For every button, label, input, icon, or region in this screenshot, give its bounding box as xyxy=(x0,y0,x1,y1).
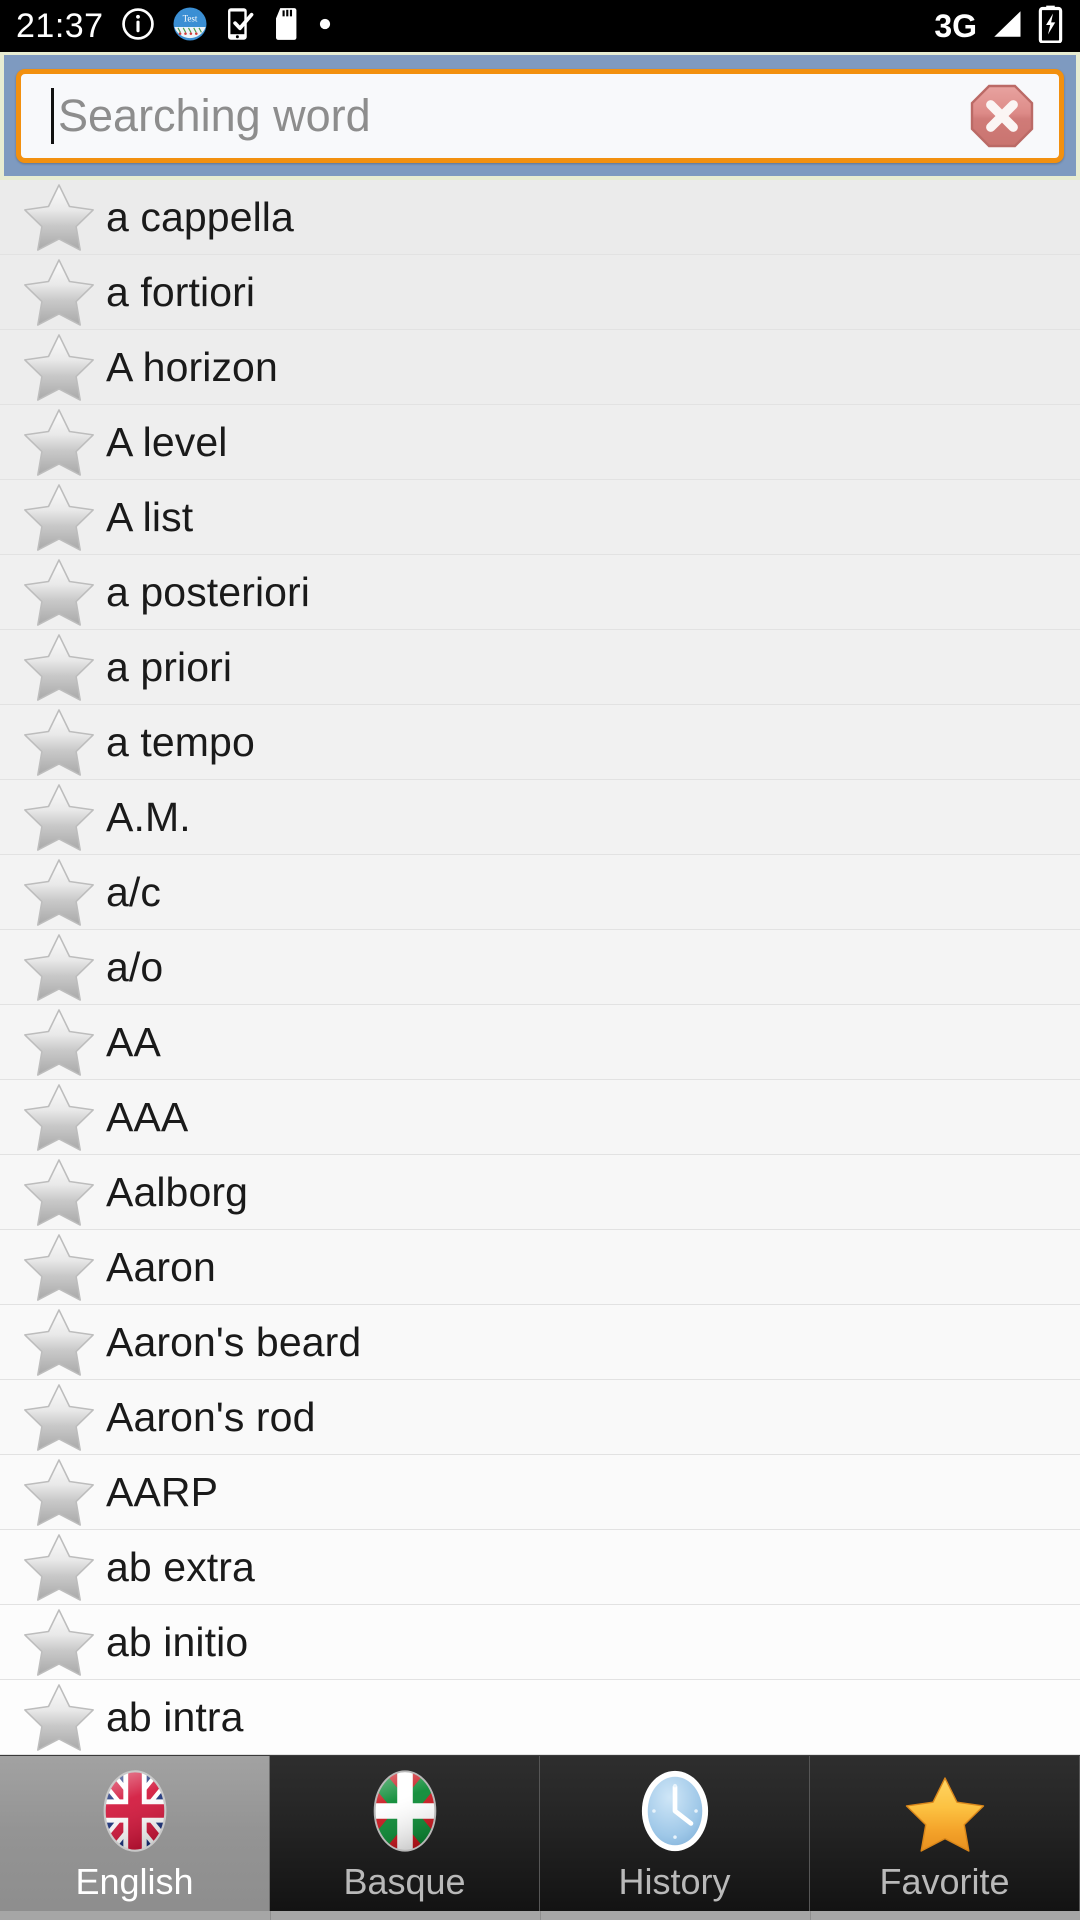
word-list-item[interactable]: Aaron's beard xyxy=(0,1305,1080,1380)
tabbar-footer-strip xyxy=(0,1911,1080,1920)
word-list-item[interactable]: Aaron xyxy=(0,1230,1080,1305)
favorite-star-icon[interactable] xyxy=(16,1531,102,1603)
star-gold-icon xyxy=(904,1776,986,1854)
tab-english[interactable]: English xyxy=(0,1756,270,1920)
word-list-item[interactable]: AAA xyxy=(0,1080,1080,1155)
word-list[interactable]: a cappella a fortiori A horizon A level … xyxy=(0,180,1080,1755)
word-list-item[interactable]: a tempo xyxy=(0,705,1080,780)
word-label: ab extra xyxy=(106,1543,255,1590)
status-bar-left: 21:37 Test xyxy=(16,6,333,47)
tab-label: Favorite xyxy=(879,1861,1010,1902)
word-label: a/c xyxy=(106,868,161,915)
dot-icon xyxy=(317,16,333,37)
word-label: a cappella xyxy=(106,193,294,240)
svg-text:Test: Test xyxy=(182,13,197,23)
word-label: A level xyxy=(106,418,228,465)
favorite-star-icon[interactable] xyxy=(16,481,102,553)
word-list-item[interactable]: ab intra xyxy=(0,1680,1080,1755)
word-list-item[interactable]: a cappella xyxy=(0,180,1080,255)
favorite-star-icon[interactable] xyxy=(16,1006,102,1078)
word-list-item[interactable]: ab extra xyxy=(0,1530,1080,1605)
word-list-item[interactable]: Aalborg xyxy=(0,1155,1080,1230)
word-label: AA xyxy=(106,1018,161,1065)
uk-flag-icon xyxy=(100,1770,170,1854)
favorite-star-icon[interactable] xyxy=(16,1456,102,1528)
status-bar-right: 3G xyxy=(934,5,1064,48)
word-list-item[interactable]: a fortiori xyxy=(0,255,1080,330)
tab-label: English xyxy=(75,1861,194,1902)
app-root: 21:37 Test 3G Searching word a cappella … xyxy=(0,0,1080,1920)
network-type-label: 3G xyxy=(934,7,977,44)
info-icon xyxy=(121,7,155,46)
favorite-star-icon[interactable] xyxy=(16,1306,102,1378)
tab-label: History xyxy=(618,1861,731,1902)
tab-label: Basque xyxy=(343,1861,466,1902)
word-list-item[interactable]: a priori xyxy=(0,630,1080,705)
favorite-star-icon[interactable] xyxy=(16,1156,102,1228)
word-list-item[interactable]: a posteriori xyxy=(0,555,1080,630)
favorite-star-icon[interactable] xyxy=(16,406,102,478)
favorite-star-icon[interactable] xyxy=(16,631,102,703)
word-list-item[interactable]: A.M. xyxy=(0,780,1080,855)
word-label: A horizon xyxy=(106,343,278,390)
word-label: ab intra xyxy=(106,1693,244,1740)
word-label: Aaron's rod xyxy=(106,1393,316,1440)
tab-history[interactable]: History xyxy=(540,1756,810,1920)
word-list-item[interactable]: Aaron's rod xyxy=(0,1380,1080,1455)
signal-icon xyxy=(987,6,1027,47)
phone-check-icon xyxy=(225,7,256,46)
word-list-item[interactable]: ab initio xyxy=(0,1605,1080,1680)
favorite-star-icon[interactable] xyxy=(16,781,102,853)
favorite-star-icon[interactable] xyxy=(16,181,102,253)
favorite-star-icon[interactable] xyxy=(16,1606,102,1678)
word-label: Aaron's beard xyxy=(106,1318,362,1365)
battery-charging-icon xyxy=(1037,5,1064,48)
bottom-tab-bar[interactable]: English Basque History Favorite xyxy=(0,1755,1080,1920)
favorite-star-icon[interactable] xyxy=(16,1381,102,1453)
favorite-star-icon[interactable] xyxy=(16,706,102,778)
search-input[interactable] xyxy=(54,74,967,158)
status-clock: 21:37 xyxy=(16,7,104,45)
word-label: Aaron xyxy=(106,1243,216,1290)
word-label: AAA xyxy=(106,1093,189,1140)
search-header xyxy=(0,52,1080,180)
word-label: a priori xyxy=(106,643,233,690)
word-list-item[interactable]: a/c xyxy=(0,855,1080,930)
basque-flag-icon xyxy=(370,1770,440,1854)
word-label: a posteriori xyxy=(106,568,311,615)
favorite-star-icon[interactable] xyxy=(16,1231,102,1303)
clear-search-icon[interactable] xyxy=(967,81,1037,151)
favorite-star-icon[interactable] xyxy=(16,856,102,928)
word-label: AARP xyxy=(106,1468,219,1515)
word-list-item[interactable]: AA xyxy=(0,1005,1080,1080)
clock-icon xyxy=(638,1770,712,1854)
tab-basque[interactable]: Basque xyxy=(270,1756,540,1920)
test-app-icon: Test xyxy=(172,6,208,47)
word-label: a/o xyxy=(106,943,164,990)
word-label: Aalborg xyxy=(106,1168,249,1215)
word-label: ab initio xyxy=(106,1618,249,1665)
favorite-star-icon[interactable] xyxy=(16,556,102,628)
word-list-item[interactable]: A list xyxy=(0,480,1080,555)
word-list-item[interactable]: A level xyxy=(0,405,1080,480)
word-label: a tempo xyxy=(106,718,255,765)
favorite-star-icon[interactable] xyxy=(16,931,102,1003)
tab-favorite[interactable]: Favorite xyxy=(810,1756,1080,1920)
status-bar: 21:37 Test 3G xyxy=(0,0,1080,52)
sd-card-icon xyxy=(273,7,300,46)
word-label: A.M. xyxy=(106,793,191,840)
search-box[interactable] xyxy=(16,69,1064,163)
word-list-item[interactable]: A horizon xyxy=(0,330,1080,405)
word-label: a fortiori xyxy=(106,268,256,315)
word-label: A list xyxy=(106,493,194,540)
word-list-item[interactable]: a/o xyxy=(0,930,1080,1005)
word-list-item[interactable]: AARP xyxy=(0,1455,1080,1530)
favorite-star-icon[interactable] xyxy=(16,1081,102,1153)
favorite-star-icon[interactable] xyxy=(16,331,102,403)
favorite-star-icon[interactable] xyxy=(16,256,102,328)
favorite-star-icon[interactable] xyxy=(16,1681,102,1753)
